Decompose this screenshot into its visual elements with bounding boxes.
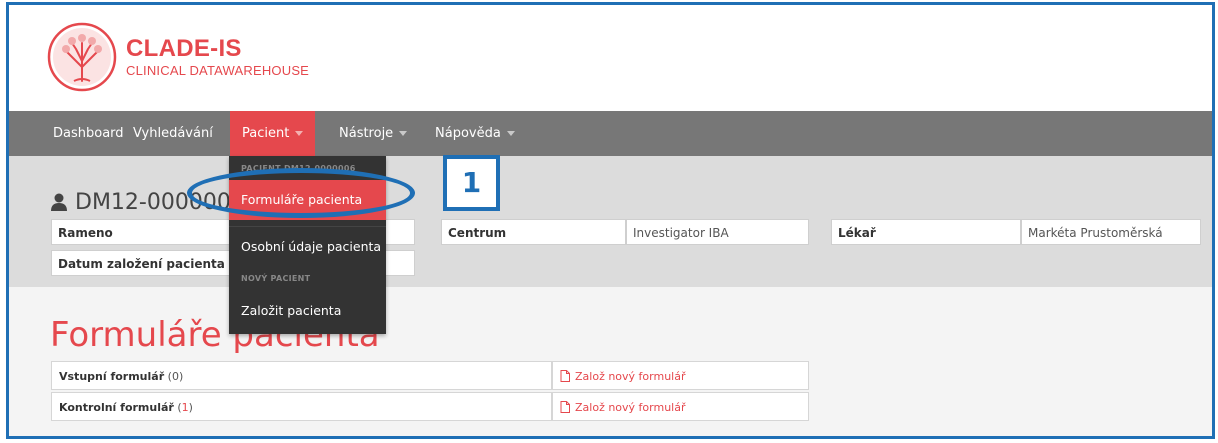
nav-help[interactable]: Nápověda [423,111,527,156]
patient-id: DM12-0000006 [75,190,245,215]
form-count: (0) [167,370,184,383]
form-count-value: 0 [171,370,179,383]
patient-title: DM12-0000006 [51,190,245,215]
nav-search[interactable]: Vyhledávání [121,111,225,156]
menu-item-patient-forms[interactable]: Formuláře pacienta [229,180,386,220]
chevron-down-icon [506,131,515,136]
menu-item-create-patient[interactable]: Založit pacienta [229,294,386,328]
new-form-link[interactable]: Založ nový formulář [560,370,686,383]
nav-dashboard-label: Dashboard [53,126,124,141]
app-window: CLADE-IS CLINICAL DATAWAREHOUSE Dashboar… [6,2,1215,439]
form-row-action: Založ nový formulář [552,392,809,421]
nav-tools[interactable]: Nástroje [327,111,419,156]
document-icon [560,401,570,413]
centrum-label: Centrum [441,219,626,245]
header: CLADE-IS CLINICAL DATAWAREHOUSE [9,5,1212,111]
nav-search-label: Vyhledávání [133,126,213,141]
lekar-label: Lékař [831,219,1021,245]
nav-patient-label: Pacient [242,126,290,141]
new-form-label: Založ nový formulář [575,370,686,383]
new-form-link[interactable]: Založ nový formulář [560,401,686,414]
main-content: Formuláře pacienta Vstupní formulář (0) … [9,287,1212,436]
chevron-down-icon [399,131,408,136]
dropdown-header-patient: PACIENT DM12-0000006 [241,164,356,173]
centrum-value: Investigator IBA [626,219,809,245]
step-number-badge: 1 [443,155,500,211]
rameno-label: Rameno [51,219,233,245]
dropdown-header-new-patient: NOVÝ PACIENT [241,274,311,283]
nav-tools-label: Nástroje [339,126,394,141]
form-row-name[interactable]: Kontrolní formulář (1) [51,392,552,421]
form-name: Kontrolní formulář [59,401,174,414]
menu-item-personal-data[interactable]: Osobní údaje pacienta [229,230,386,264]
patient-dropdown-menu: PACIENT DM12-0000006 Formuláře pacienta … [229,156,386,334]
chevron-down-icon [295,131,304,136]
nav-help-label: Nápověda [435,126,501,141]
form-row-name[interactable]: Vstupní formulář (0) [51,361,552,390]
menu-divider [229,226,386,227]
patient-info-panel: DM12-0000006 Rameno Centrum Investigator… [9,156,1212,287]
tree-logo-icon[interactable] [46,21,118,93]
form-row-action: Založ nový formulář [552,361,809,390]
app-title: CLADE-IS [126,35,242,62]
new-form-label: Založ nový formulář [575,401,686,414]
form-count: (1) [177,401,193,414]
lekar-value: Markéta Prustoměrská [1021,219,1201,245]
app-subtitle: CLINICAL DATAWAREHOUSE [126,63,310,78]
datum-label: Datum založení pacienta [51,250,233,276]
nav-patient[interactable]: Pacient [230,111,316,156]
form-count-value[interactable]: 1 [182,401,189,414]
main-navbar: Dashboard Vyhledávání Pacient Nástroje N… [9,111,1212,156]
user-icon [51,193,67,211]
document-icon [560,370,570,382]
form-name: Vstupní formulář [59,370,165,383]
